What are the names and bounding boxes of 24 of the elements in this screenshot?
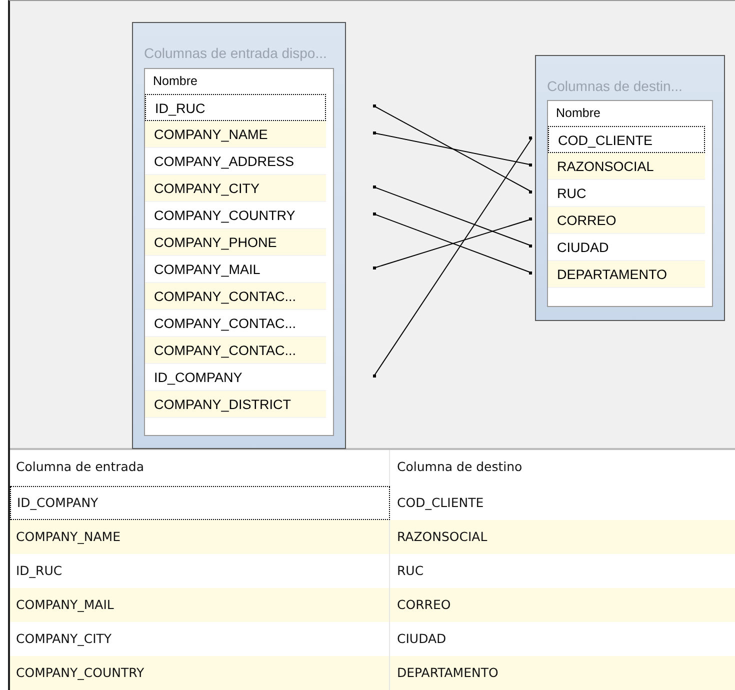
column-header: Nombre [555,105,602,122]
table-cell-text: CIUDAD [396,630,448,648]
table-cell-text: COD_CLIENTE [396,494,485,512]
column-item[interactable]: COMPANY_DISTRICT [145,391,326,418]
column-header[interactable]: Columna de destino [390,450,735,486]
column-item[interactable]: COMPANY_PHONE [145,229,326,256]
column-header: Nombre [152,73,198,90]
table-cell: COMPANY_MAIL [10,588,390,622]
panel-title: Columnas de entrada dispo... [144,44,328,63]
column-item[interactable]: CORREO [548,207,705,234]
table-cell: COMPANY_NAME [10,520,390,554]
table-cell-text: DEPARTAMENTO [396,664,500,682]
table-cell-text: RAZONSOCIAL [396,528,488,546]
table-cell: COMPANY_COUNTRY [10,656,390,690]
column-item[interactable]: COMPANY_CONTAC... [145,283,326,310]
column-item[interactable]: COMPANY_NAME [145,121,326,148]
column-item[interactable]: RAZONSOCIAL [548,153,705,180]
table-cell-text: RUC [396,562,425,580]
column-item[interactable]: COMPANY_CITY [145,175,326,202]
column-header[interactable]: Columna de entrada [10,450,390,486]
column-item[interactable]: COMPANY_CONTAC... [145,337,326,364]
table-cell-text: CORREO [396,596,452,614]
panel-title: Columnas de destin... [547,77,684,96]
column-item[interactable]: DEPARTAMENTO [548,261,705,288]
